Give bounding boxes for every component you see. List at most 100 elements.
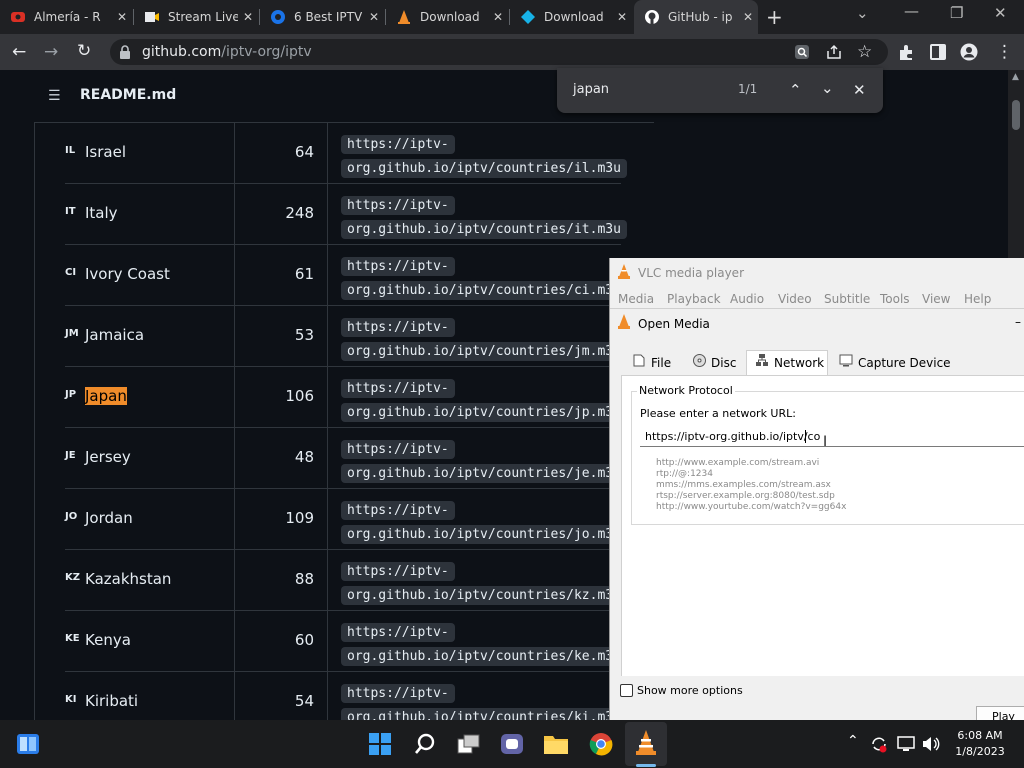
playlist-url-part1[interactable]: https://iptv- bbox=[341, 257, 455, 276]
playlist-url-part1[interactable]: https://iptv- bbox=[341, 135, 455, 154]
file-icon bbox=[633, 354, 645, 367]
vlc-taskbar-icon[interactable] bbox=[634, 730, 658, 756]
browser-tab[interactable]: Download ✕ bbox=[510, 0, 632, 34]
flag-code: IL bbox=[65, 145, 76, 156]
playlist-url-part2[interactable]: org.github.io/iptv/countries/ci.m3u bbox=[341, 281, 627, 300]
ibeam-cursor-icon: I bbox=[823, 434, 828, 450]
vlc-cone-icon bbox=[618, 264, 630, 279]
country-name: Kenya bbox=[85, 631, 131, 649]
tab-search-icon[interactable]: ⌄ bbox=[856, 4, 869, 22]
playlist-url-part1[interactable]: https://iptv- bbox=[341, 684, 455, 703]
vlc-menu-playback[interactable]: Playback bbox=[667, 292, 721, 306]
playlist-url-part2[interactable]: org.github.io/iptv/countries/ke.m3u bbox=[341, 647, 627, 666]
close-window-icon[interactable]: ✕ bbox=[994, 4, 1007, 22]
playlist-url-part1[interactable]: https://iptv- bbox=[341, 562, 455, 581]
playlist-url-part2[interactable]: org.github.io/iptv/countries/kz.m3u bbox=[341, 586, 627, 605]
scrollbar-thumb[interactable] bbox=[1012, 100, 1020, 130]
playlist-url-part2[interactable]: org.github.io/iptv/countries/jo.m3u bbox=[341, 525, 627, 544]
task-view-icon[interactable] bbox=[457, 734, 481, 754]
url-text[interactable]: github.com/iptv-org/iptv bbox=[142, 44, 312, 60]
bookmark-star-icon[interactable]: ☆ bbox=[857, 42, 872, 62]
new-tab-button[interactable]: + bbox=[766, 5, 783, 29]
open-media-title: Open Media bbox=[638, 317, 710, 331]
channel-count: 88 bbox=[294, 570, 314, 588]
show-more-options-checkbox[interactable] bbox=[620, 684, 633, 697]
close-tab-icon[interactable]: ✕ bbox=[238, 10, 258, 24]
close-tab-icon[interactable]: ✕ bbox=[364, 10, 384, 24]
vlc-menu-subtitle[interactable]: Subtitle bbox=[824, 292, 870, 306]
vlc-menu-video[interactable]: Video bbox=[778, 292, 812, 306]
playlist-url-part2[interactable]: org.github.io/iptv/countries/jm.m3u bbox=[341, 342, 627, 361]
browser-tab[interactable]: 6 Best IPTV ✕ bbox=[260, 0, 384, 34]
volume-icon[interactable] bbox=[921, 735, 941, 753]
restore-icon[interactable]: ❐ bbox=[950, 4, 963, 22]
show-more-options-label[interactable]: Show more options bbox=[637, 684, 743, 697]
playlist-url-part1[interactable]: https://iptv- bbox=[341, 623, 455, 642]
vlc-menu-media[interactable]: Media bbox=[618, 292, 654, 306]
network-status-icon[interactable] bbox=[897, 735, 917, 753]
share-icon[interactable] bbox=[825, 44, 843, 60]
country-cell: JP Japan bbox=[65, 367, 235, 427]
forward-icon[interactable]: → bbox=[44, 42, 58, 62]
tab-capture-device[interactable]: Capture Device bbox=[858, 356, 951, 370]
profile-icon[interactable] bbox=[960, 43, 978, 61]
widgets-icon[interactable] bbox=[16, 733, 40, 755]
close-tab-icon[interactable]: ✕ bbox=[488, 10, 508, 24]
tab-file[interactable]: File bbox=[651, 356, 671, 370]
playlist-url-part2[interactable]: org.github.io/iptv/countries/jp.m3u bbox=[341, 403, 627, 422]
find-close-icon[interactable]: ✕ bbox=[853, 81, 866, 99]
country-cell: IL Israel bbox=[65, 123, 235, 183]
sync-icon[interactable] bbox=[870, 735, 888, 753]
menu-kebab-icon[interactable]: ⋮ bbox=[996, 42, 1013, 62]
country-cell: JO Jordan bbox=[65, 489, 235, 549]
channel-count-cell: 53 bbox=[235, 306, 328, 366]
vlc-menu-help[interactable]: Help bbox=[964, 292, 991, 306]
playlist-url-part1[interactable]: https://iptv- bbox=[341, 318, 455, 337]
find-in-page-icon[interactable] bbox=[793, 43, 811, 61]
playlist-url-part1[interactable]: https://iptv- bbox=[341, 501, 455, 520]
extensions-icon[interactable] bbox=[897, 44, 915, 62]
start-windows-icon[interactable] bbox=[369, 733, 391, 755]
vlc-menu-audio[interactable]: Audio bbox=[730, 292, 764, 306]
show-hidden-icons-icon[interactable]: ⌃ bbox=[847, 733, 859, 749]
playlist-url-part2[interactable]: org.github.io/iptv/countries/je.m3u bbox=[341, 464, 627, 483]
search-icon[interactable] bbox=[414, 733, 436, 755]
clock-date[interactable]: 1/8/2023 bbox=[948, 745, 1012, 758]
playlist-url-part2[interactable]: org.github.io/iptv/countries/it.m3u bbox=[341, 220, 627, 239]
vlc-menu-view[interactable]: View bbox=[922, 292, 950, 306]
network-url-value[interactable]: https://iptv-org.github.io/iptv/co bbox=[645, 430, 820, 443]
browser-tab[interactable]: Stream Live ✕ bbox=[134, 0, 258, 34]
minimize-icon[interactable]: — bbox=[904, 2, 919, 20]
country-cell: JE Jersey bbox=[65, 428, 235, 488]
side-panel-icon[interactable] bbox=[929, 44, 947, 60]
browser-tab[interactable]: Almería - R ✕ bbox=[0, 0, 132, 34]
disc-icon bbox=[693, 354, 706, 367]
outline-list-icon[interactable]: ☰ bbox=[48, 88, 61, 104]
back-icon[interactable]: ← bbox=[12, 42, 26, 62]
chrome-icon[interactable] bbox=[589, 732, 613, 756]
find-next-icon[interactable]: ⌄ bbox=[821, 79, 834, 97]
teams-chat-icon[interactable] bbox=[500, 733, 524, 755]
scroll-up-icon[interactable]: ▲ bbox=[1012, 72, 1019, 82]
playlist-url-part1[interactable]: https://iptv- bbox=[341, 196, 455, 215]
tab-network-label[interactable]: Network bbox=[774, 356, 824, 370]
playlist-url-part2[interactable]: org.github.io/iptv/countries/il.m3u bbox=[341, 159, 627, 178]
close-tab-icon[interactable]: ✕ bbox=[738, 10, 758, 24]
reload-icon[interactable]: ↻ bbox=[77, 41, 91, 61]
playlist-url-part1[interactable]: https://iptv- bbox=[341, 440, 455, 459]
lock-icon[interactable] bbox=[119, 45, 131, 59]
dialog-minimize-icon[interactable]: – bbox=[1015, 315, 1021, 329]
browser-tab-active[interactable]: GitHub - ip ✕ bbox=[634, 0, 758, 34]
close-tab-icon[interactable]: ✕ bbox=[612, 10, 632, 24]
vlc-menu-tools[interactable]: Tools bbox=[880, 292, 910, 306]
clock-time[interactable]: 6:08 AM bbox=[948, 729, 1012, 742]
close-tab-icon[interactable]: ✕ bbox=[112, 10, 132, 24]
find-previous-icon[interactable]: ⌃ bbox=[789, 81, 802, 99]
country-name: Italy bbox=[85, 204, 118, 222]
tab-disc[interactable]: Disc bbox=[711, 356, 736, 370]
find-input[interactable]: japan bbox=[573, 82, 609, 97]
browser-tab[interactable]: Download ✕ bbox=[386, 0, 508, 34]
playlist-url-part1[interactable]: https://iptv- bbox=[341, 379, 455, 398]
red-film-icon bbox=[11, 12, 25, 22]
file-explorer-icon[interactable] bbox=[543, 733, 569, 755]
